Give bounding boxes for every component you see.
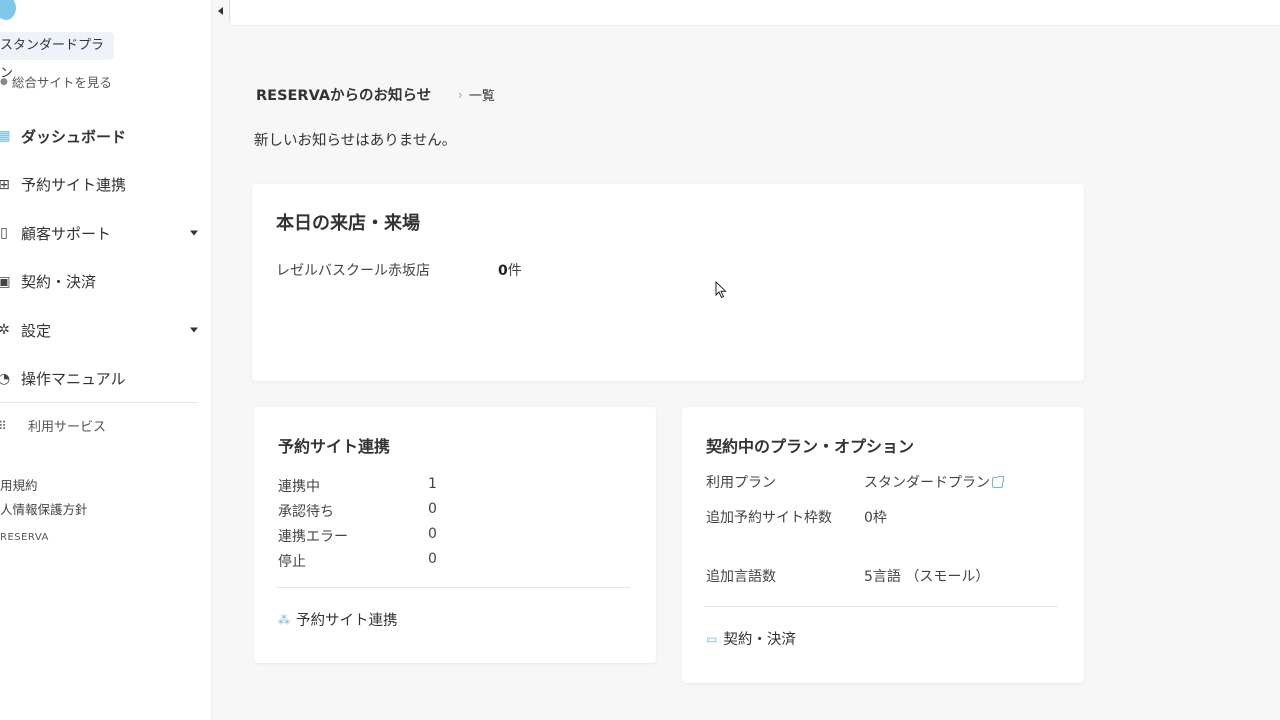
card-divider xyxy=(704,606,1058,607)
sidebar-item-label: 設定 xyxy=(21,321,52,340)
sync-row-label: 連携中 xyxy=(278,479,320,495)
sync-row-value: 0 xyxy=(428,526,437,542)
sidebar-collapse-button[interactable] xyxy=(212,0,230,22)
site-sync-link[interactable]: ⁂ 予約サイト連携 xyxy=(278,609,398,630)
sidebar-item-settings[interactable]: ✲ 設定 xyxy=(0,306,212,355)
sync-icon: ⊞ xyxy=(0,176,10,193)
store-name: レゼルバスクール赤坂店 xyxy=(276,263,430,279)
services-label: 利用サービス xyxy=(28,420,107,435)
top-bar xyxy=(231,0,1280,26)
sidebar-nav: ▦ ダッシュボード ⊞ 予約サイト連携 ▯ 顧客サポート ▣ 契約・決済 ✲ 設… xyxy=(0,112,212,403)
sidebar-item-label: 契約・決済 xyxy=(21,273,97,292)
dashboard-icon: ▦ xyxy=(0,128,11,145)
sidebar-item-contract[interactable]: ▣ 契約・決済 xyxy=(0,258,212,307)
sync-row: 承認待ち 0 xyxy=(278,501,437,521)
visit-count-unit: 件 xyxy=(507,263,522,279)
site-sync-link-label: 予約サイト連携 xyxy=(296,613,398,629)
support-icon: ▯ xyxy=(0,225,8,242)
site-sync-card: 予約サイト連携 連携中 1 承認待ち 0 連携エラー 0 停止 0 ⁂ 予約サイ… xyxy=(254,407,656,663)
notice-title: RESERVAからのお知らせ xyxy=(256,88,432,104)
notice-empty-message: 新しいお知らせはありません。 xyxy=(254,133,457,149)
sync-row-label: 連携エラー xyxy=(278,529,348,545)
sidebar-item-label: 操作マニュアル xyxy=(21,370,126,389)
sync-row-value: 0 xyxy=(428,551,437,567)
plan-badge: スタンダードプラン xyxy=(0,32,114,81)
visit-count: 0件 xyxy=(498,260,522,282)
plan-row: 利用プラン スタンダードプラン xyxy=(706,471,1004,495)
sync-row: 停止 0 xyxy=(278,551,437,571)
chevron-down-icon xyxy=(190,327,198,333)
plan-row: 追加予約サイト枠数 0枠 xyxy=(706,506,887,530)
sidebar-item-customer-support[interactable]: ▯ 顧客サポート xyxy=(0,209,212,258)
plan-row: 追加言語数 5言語 （スモール） xyxy=(706,565,989,589)
sync-row: 連携エラー 0 xyxy=(278,526,437,546)
sidebar-item-label: 予約サイト連携 xyxy=(21,176,127,195)
plan-row-value[interactable]: スタンダードプラン xyxy=(864,471,1004,495)
contract-icon: ▣ xyxy=(0,273,11,290)
plan-name-link[interactable]: スタンダードプラン xyxy=(864,475,990,491)
plan-card: 契約中のプラン・オプション 利用プラン スタンダードプラン 追加予約サイト枠数 … xyxy=(682,407,1084,683)
today-visits-title: 本日の来店・来場 xyxy=(276,213,420,234)
sync-row-value: 0 xyxy=(428,501,437,517)
services-menu[interactable]: ⠿ 利用サービス xyxy=(0,416,107,436)
card-divider xyxy=(276,587,630,588)
chevron-right-icon: › xyxy=(458,87,463,102)
sync-row-label: 停止 xyxy=(278,554,306,570)
contract-payment-link-label: 契約・決済 xyxy=(723,632,796,648)
footer-brand: RESERVA xyxy=(0,532,49,543)
sidebar: スタンダードプラン ● 総合サイトを見る ▦ ダッシュボード ⊞ 予約サイト連携… xyxy=(0,0,212,720)
notice-list-label: 一覧 xyxy=(468,89,495,104)
external-link-icon xyxy=(992,476,1004,488)
plan-row-label: 追加言語数 xyxy=(706,569,776,585)
plan-row-label: 追加予約サイト枠数 xyxy=(706,510,832,526)
visit-count-value: 0 xyxy=(498,263,508,279)
plan-card-title: 契約中のプラン・オプション xyxy=(706,437,915,456)
contract-payment-link[interactable]: ▭ 契約・決済 xyxy=(706,628,796,649)
grid-icon: ⠿ xyxy=(0,418,7,433)
logo-icon xyxy=(0,0,16,20)
credit-card-icon: ▭ xyxy=(706,631,718,646)
plan-row-value: 0枠 xyxy=(864,510,887,526)
gear-icon: ✲ xyxy=(0,322,10,339)
sync-row-value: 1 xyxy=(428,476,437,492)
sidebar-divider xyxy=(0,402,198,403)
privacy-link[interactable]: 人情報保護方針 xyxy=(0,499,88,518)
manual-icon: ◔ xyxy=(0,370,11,387)
sync-row-label: 承認待ち xyxy=(278,504,334,520)
notice-list-link[interactable]: › 一覧 xyxy=(458,85,495,105)
plan-row-label: 利用プラン xyxy=(706,475,776,491)
chevron-left-icon xyxy=(218,7,223,15)
globe-icon: ● xyxy=(0,76,8,87)
plan-row-value: 5言語 （スモール） xyxy=(864,569,990,585)
main-site-link[interactable]: ● 総合サイトを見る xyxy=(0,72,112,91)
sync-icon: ⁂ xyxy=(278,612,290,627)
terms-link[interactable]: 用規約 xyxy=(0,475,38,494)
sidebar-item-site-sync[interactable]: ⊞ 予約サイト連携 xyxy=(0,161,212,210)
sidebar-item-dashboard[interactable]: ▦ ダッシュボード xyxy=(0,112,212,161)
main-site-link-label: 総合サイトを見る xyxy=(11,75,112,90)
today-visits-card: 本日の来店・来場 レゼルバスクール赤坂店 0件 xyxy=(252,184,1084,381)
site-sync-title: 予約サイト連携 xyxy=(278,437,391,456)
sidebar-item-label: ダッシュボード xyxy=(21,127,127,146)
sidebar-item-manual[interactable]: ◔ 操作マニュアル xyxy=(0,355,212,404)
chevron-down-icon xyxy=(190,230,198,236)
sync-row: 連携中 1 xyxy=(278,476,437,496)
sidebar-item-label: 顧客サポート xyxy=(21,224,112,243)
